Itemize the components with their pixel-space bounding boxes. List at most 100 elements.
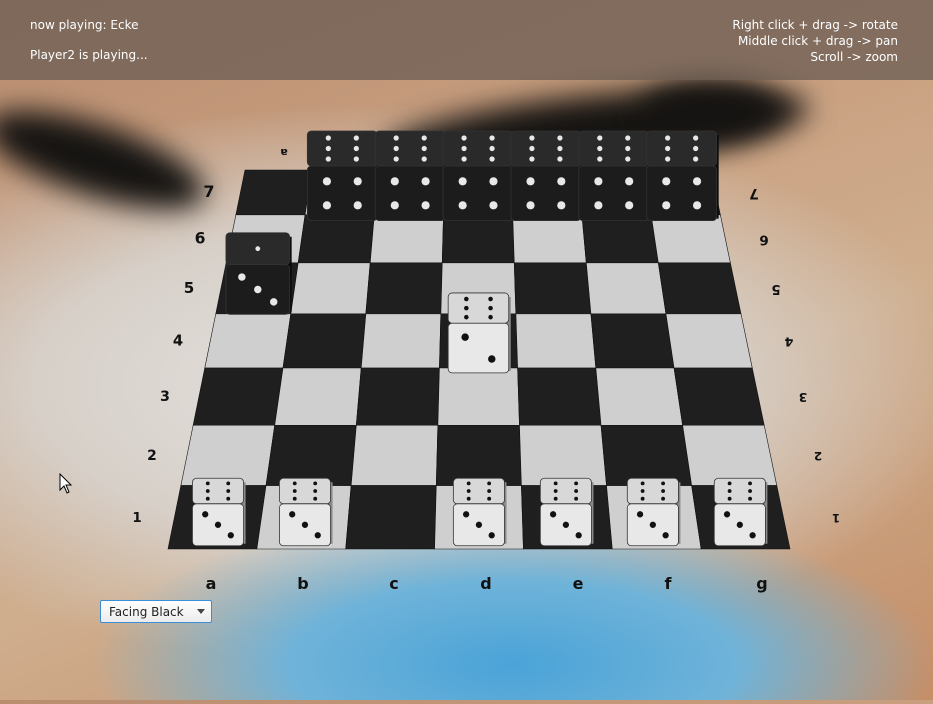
square-g5[interactable] [657,262,742,315]
square-d6[interactable] [441,214,515,264]
pip [461,333,469,341]
pip [393,145,399,152]
square-g3[interactable] [673,367,765,426]
pip [464,314,469,320]
pip [466,489,471,493]
pip [489,135,495,141]
square-d2[interactable] [435,424,522,486]
pip [594,201,603,210]
game-board[interactable]: 1 1 2 2 3 3 4 4 5 5 6 6 7 7 a b c d e f g a [0,0,933,700]
pip [640,489,645,493]
square-b5[interactable] [290,262,371,315]
square-c3[interactable] [355,367,440,426]
die-front-face [447,322,510,374]
pip [488,532,495,539]
pip [458,201,467,210]
square-a2[interactable] [180,424,276,486]
pip [727,496,732,501]
square-e4[interactable] [515,313,597,369]
square-a3[interactable] [192,367,284,426]
pip [205,496,210,501]
square-c2[interactable] [350,424,439,486]
square-b6[interactable] [297,214,375,264]
die-black-a5 [225,232,292,315]
pip [526,177,535,186]
pip [692,201,702,210]
pip [723,511,731,518]
square-g2[interactable] [682,424,778,486]
pip [205,481,210,486]
pip [557,145,563,152]
pip [692,177,702,186]
pip [488,296,493,302]
rank-label-right: 4 [784,335,793,350]
pip [665,156,671,162]
pip [693,145,699,152]
pip [553,489,558,493]
pip [487,489,492,493]
square-b2[interactable] [265,424,357,486]
square-a7[interactable] [235,169,312,216]
pip [393,135,399,141]
square-g6[interactable] [650,214,731,264]
pip [661,489,666,493]
pip [226,481,231,486]
pip [529,145,535,152]
square-e2[interactable] [519,424,607,486]
square-f4[interactable] [590,313,675,369]
square-f2[interactable] [600,424,693,486]
rank-label-left: 7 [203,182,214,201]
pip [594,177,603,186]
pip [353,156,359,162]
square-a4[interactable] [204,313,292,369]
pip [625,145,631,152]
square-e3[interactable] [517,367,602,426]
pip [693,156,699,162]
square-b3[interactable] [274,367,362,426]
square-f5[interactable] [585,262,667,315]
pip [625,177,634,186]
board-canvas[interactable]: 1 1 2 2 3 3 4 4 5 5 6 6 7 7 a b c d e f g a [0,0,933,700]
die-front-face [442,165,514,222]
die-top-face [374,130,446,167]
pip [421,135,427,141]
die-white-d1 [452,477,507,547]
square-d3[interactable] [437,367,520,426]
pip [353,201,362,210]
square-c6[interactable] [369,214,444,264]
pip [749,532,756,539]
pip [574,489,579,493]
mouse-cursor-icon [59,473,73,494]
pip [421,145,427,152]
pip [313,489,318,493]
square-f3[interactable] [595,367,683,426]
pip [574,496,579,501]
square-e6[interactable] [512,214,587,264]
pip [314,532,321,539]
square-e5[interactable] [513,262,592,315]
square-b4[interactable] [282,313,367,369]
square-c1[interactable] [345,485,437,550]
pip [597,156,603,162]
square-g4[interactable] [665,313,753,369]
rank-label-right: 6 [759,231,768,247]
rank-label-left: 5 [184,279,195,297]
die-white-d4 [447,292,511,374]
pip [549,511,557,518]
pip [553,481,558,486]
rank-label-left: 4 [173,333,183,350]
die-front-face [578,165,650,222]
view-select[interactable]: Facing Black [100,600,212,623]
pip [748,496,752,501]
die-top-face [510,130,582,167]
pip [325,145,331,152]
square-f6[interactable] [581,214,659,264]
die-top-face [442,130,514,167]
pip [458,177,467,186]
square-c4[interactable] [360,313,442,369]
square-c5[interactable] [365,262,443,315]
pip [489,201,498,210]
pip [421,201,430,210]
pip [487,496,492,501]
pip [421,177,430,186]
